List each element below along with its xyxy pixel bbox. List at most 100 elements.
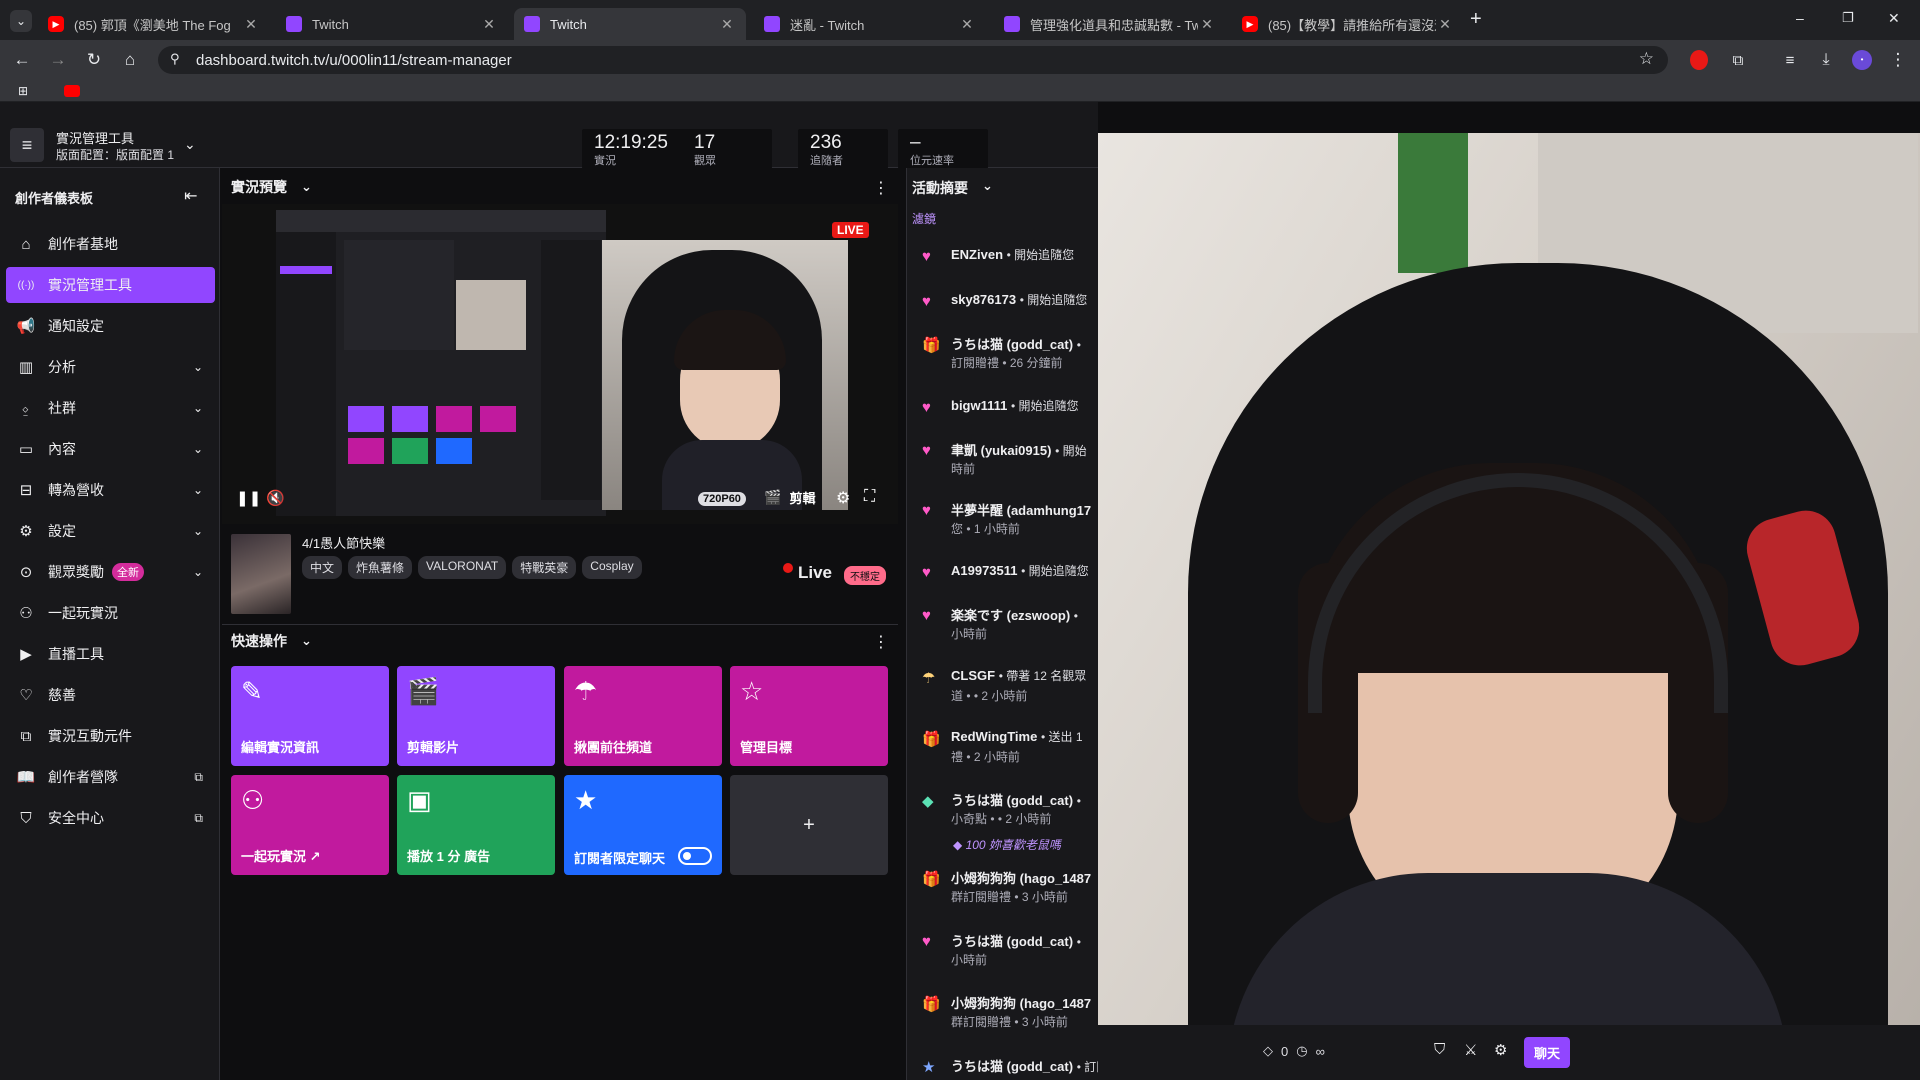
profile-avatar[interactable]: • — [1852, 50, 1872, 70]
tag[interactable]: Cosplay — [582, 556, 642, 579]
close-tab-icon[interactable]: ✕ — [718, 16, 736, 33]
collapse-sidebar-icon[interactable]: ⇤ — [184, 186, 197, 206]
sidebar-item[interactable]: ⊙ 觀眾獎勵 全新 ⌄ — [6, 554, 215, 590]
toggle-switch[interactable] — [678, 847, 712, 865]
activity-item[interactable]: ♥ bigw1111 • 開始追隨您 — [907, 397, 1098, 441]
sidebar-item[interactable]: ⚇ 一起玩實況 — [6, 595, 215, 631]
close-tab-icon[interactable]: ✕ — [958, 16, 976, 33]
new-tab-button[interactable]: + — [1470, 8, 1482, 31]
activity-item[interactable]: 🎁 小姆狗狗狗 (hago_1487 群訂閱贈禮 • 3 小時前 — [907, 993, 1098, 1037]
quality-badge[interactable]: 720P60 — [698, 492, 746, 506]
chevron-down-icon[interactable]: ⌄ — [301, 633, 312, 649]
browser-menu-icon[interactable]: ⋮ — [1884, 46, 1912, 74]
sidebar-item[interactable]: ⛉ 安全中心 ⧉ — [6, 800, 215, 836]
browser-tab[interactable]: Twitch ✕ — [276, 8, 508, 40]
back-icon[interactable]: ← — [8, 46, 36, 74]
minimize-button[interactable]: – — [1796, 10, 1804, 26]
youtube-bookmark-icon[interactable] — [64, 85, 80, 97]
activity-item[interactable]: ♥ 楽楽です (ezswoop) • 小時前 — [907, 605, 1098, 649]
activity-item[interactable]: 🎁 うちは猫 (godd_cat) • 訂閱贈禮 • 26 分鐘前 — [907, 334, 1098, 378]
subscriber-only-chat-tile[interactable]: ★ 訂閱者限定聊天 — [564, 775, 722, 875]
activity-item[interactable]: ♥ A19973511 • 開始追隨您 — [907, 562, 1098, 606]
sidebar-item[interactable]: ⧉ 實況互動元件 — [6, 718, 215, 754]
run-ad-tile[interactable]: ▣ 播放 1 分 廣告 — [397, 775, 555, 875]
stream-preview-player[interactable]: LIVE ❚❚ 🔇 720P60 🎬 剪輯 ⚙ ⛶ — [222, 204, 898, 524]
tag[interactable]: 特戰英豪 — [512, 556, 577, 579]
activity-item[interactable]: ◆ うちは猫 (godd_cat) • 小奇點 • • 2 小時前 — [907, 790, 1098, 834]
restore-button[interactable]: ❐ — [1842, 10, 1854, 26]
browser-tab[interactable]: 迷亂 - Twitch ✕ — [754, 8, 986, 40]
sidebar-item[interactable]: ⊟ 轉為營收 ⌄ — [6, 472, 215, 508]
browser-tab[interactable]: ▶ (85)【教學】請推給所有還沒這 ✕ — [1232, 8, 1464, 40]
activity-item[interactable]: ♥ sky876173 • 開始追隨您 — [907, 291, 1098, 335]
moderation-icon[interactable]: ⚔ — [1464, 1041, 1477, 1059]
filter-link[interactable]: 濾鏡 — [912, 210, 936, 227]
activity-item[interactable]: ☂ CLSGF • 帶著 12 名觀眾道 • • 2 小時前 — [907, 667, 1098, 711]
site-info-icon[interactable]: ⚲ — [170, 51, 180, 67]
sidebar-item[interactable]: ▭ 內容 ⌄ — [6, 431, 215, 467]
pause-icon[interactable]: ❚❚ — [236, 489, 261, 507]
bookmark-star-icon[interactable]: ☆ — [1639, 49, 1654, 69]
activity-item[interactable]: 🎁 RedWingTime • 送出 1 禮 • 2 小時前 — [907, 728, 1098, 772]
fullscreen-icon[interactable]: ⛶ — [864, 488, 875, 506]
home-icon[interactable]: ⌂ — [116, 46, 144, 74]
activity-item[interactable]: 🎁 小姆狗狗狗 (hago_1487 群訂閱贈禮 • 3 小時前 — [907, 868, 1098, 912]
sidebar-item[interactable]: ▥ 分析 ⌄ — [6, 349, 215, 385]
channel-points[interactable]: ◇ 0 ◷ ∞ — [1263, 1043, 1325, 1059]
reload-icon[interactable]: ↻ — [80, 46, 108, 74]
chevron-down-icon[interactable]: ⌄ — [982, 178, 993, 198]
tag[interactable]: 中文 — [302, 556, 343, 579]
quick-actions-more-icon[interactable]: ⋮ — [873, 632, 889, 652]
extension-red-icon[interactable] — [1690, 50, 1708, 70]
layout-selector[interactable]: 版面配置：版面配置 1 — [56, 146, 174, 163]
manage-goals-tile[interactable]: ☆ 管理目標 — [730, 666, 888, 766]
activity-type-icon: ♥ — [922, 399, 931, 416]
activity-item[interactable]: ♥ 半夢半醒 (adamhung17 您 • 1 小時前 — [907, 500, 1098, 544]
stream-thumbnail[interactable] — [231, 534, 291, 614]
close-tab-icon[interactable]: ✕ — [480, 16, 498, 33]
chat-settings-icon[interactable]: ⚙ — [1494, 1041, 1507, 1059]
activity-item[interactable]: ♥ うちは猫 (godd_cat) • 小時前 — [907, 931, 1098, 975]
activity-item[interactable]: ♥ ENZiven • 開始追隨您 — [907, 246, 1098, 290]
forward-icon[interactable]: → — [44, 46, 72, 74]
url-input[interactable]: ⚲ dashboard.twitch.tv/u/000lin11/stream-… — [158, 46, 1668, 74]
download-icon[interactable]: ⤓ — [1812, 46, 1840, 74]
apps-grid-icon[interactable]: ⊞ — [18, 84, 28, 98]
sidebar-item[interactable]: 📢 通知設定 — [6, 308, 215, 344]
sidebar-item[interactable]: ▶ 直播工具 — [6, 636, 215, 672]
sidebar-item[interactable]: ⍚ 社群 ⌄ — [6, 390, 215, 426]
sidebar-item[interactable]: ⚙ 設定 ⌄ — [6, 513, 215, 549]
clip-button[interactable]: 🎬 剪輯 — [764, 488, 815, 507]
close-tab-icon[interactable]: ✕ — [1436, 16, 1454, 33]
play-together-tile[interactable]: ⚇ 一起玩實況 ↗ — [231, 775, 389, 875]
sidebar-item[interactable]: 📖 創作者營隊 ⧉ — [6, 759, 215, 795]
browser-tab[interactable]: 管理強化道具和忠誠點數 - Twi ✕ — [994, 8, 1226, 40]
close-tab-icon[interactable]: ✕ — [242, 16, 260, 33]
sidebar-item[interactable]: ⌂ 創作者基地 — [6, 226, 215, 262]
activity-item[interactable]: ♥ 聿凱 (yukai0915) • 開始 時前 — [907, 440, 1098, 484]
tab-search-icon[interactable]: ⌄ — [10, 10, 32, 32]
edit-stream-info-tile[interactable]: ✎ 編輯實況資訊 — [231, 666, 389, 766]
browser-tab[interactable]: Twitch ✕ — [514, 8, 746, 40]
settings-gear-icon[interactable]: ⚙ — [836, 488, 850, 508]
chat-button[interactable]: 聊天 — [1524, 1037, 1571, 1068]
sidebar-item[interactable]: ♡ 慈善 — [6, 677, 215, 713]
activity-item[interactable]: ★ うちは猫 (godd_cat) • 訂閱層級 1 x 1 — [907, 1056, 1098, 1080]
browser-tab[interactable]: ▶ (85) 郭頂《瀏美地 The Fog ✕ — [38, 8, 270, 40]
tag[interactable]: VALORONAT — [418, 556, 507, 579]
sidebar-item[interactable]: ((·)) 實況管理工具 — [6, 267, 215, 303]
chevron-down-icon[interactable]: ⌄ — [301, 179, 312, 195]
chevron-down-icon[interactable]: ⌄ — [184, 136, 196, 153]
preview-more-icon[interactable]: ⋮ — [873, 178, 889, 198]
mute-icon[interactable]: 🔇 — [266, 489, 285, 507]
raid-channel-tile[interactable]: ☂ 揪團前往頻道 — [564, 666, 722, 766]
media-control-icon[interactable]: ≡ — [1776, 46, 1804, 74]
hamburger-menu-icon[interactable]: ≡ — [10, 128, 44, 162]
extensions-puzzle-icon[interactable]: ⧉ — [1724, 46, 1752, 74]
add-action-tile[interactable]: + — [730, 775, 888, 875]
close-tab-icon[interactable]: ✕ — [1198, 16, 1216, 33]
shield-icon[interactable]: ⛉ — [1434, 1041, 1445, 1058]
close-window-button[interactable]: ✕ — [1888, 10, 1900, 27]
clip-video-tile[interactable]: 🎬 剪輯影片 — [397, 666, 555, 766]
tag[interactable]: 炸魚薯條 — [348, 556, 413, 579]
